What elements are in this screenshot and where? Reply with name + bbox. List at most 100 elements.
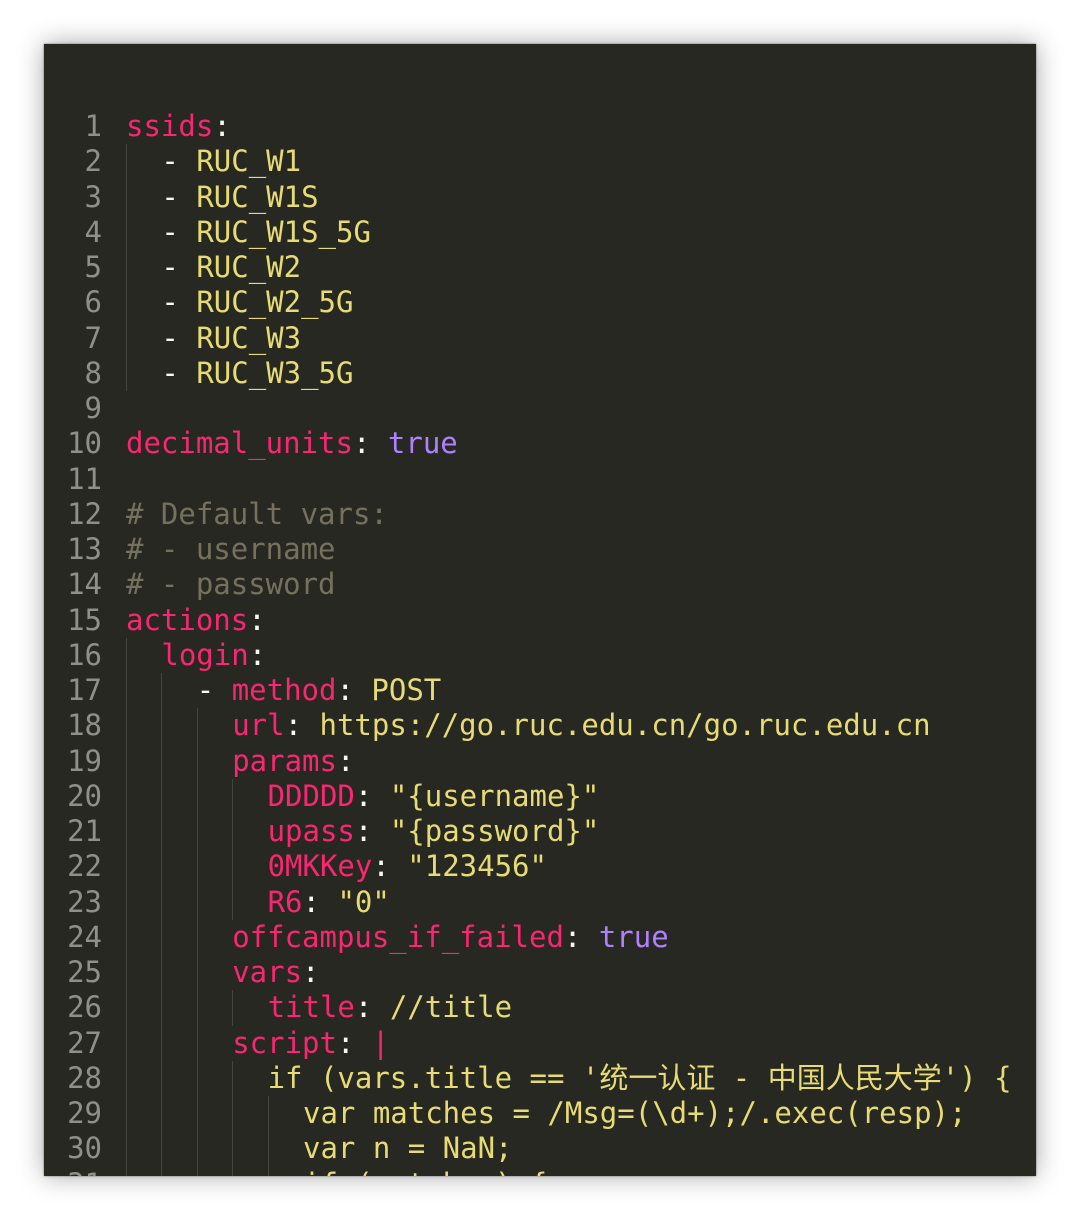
indent-guide (161, 990, 163, 1026)
line-content: params: (232, 744, 354, 779)
code-line[interactable]: 10 decimal_units: true (44, 426, 1036, 461)
punct-token: - (161, 285, 197, 320)
line-number: 24 (67, 919, 102, 954)
code-line[interactable]: 12 # Default vars: (44, 497, 1036, 532)
code-line[interactable]: 2 - RUC_W1 (44, 144, 1036, 180)
comment-token: # - username (126, 532, 336, 566)
code-line[interactable]: 8 - RUC_W3_5G (44, 355, 1036, 391)
code-line[interactable]: 27 script: | (44, 1025, 1036, 1061)
indent-guide (126, 179, 127, 215)
code-line[interactable]: 18 url: https://go.ruc.edu.cn/go.ruc.edu.… (44, 708, 1036, 744)
line-content: - method: POST (197, 673, 441, 708)
code-line[interactable]: 13 # - username (44, 532, 1036, 567)
indent-guide (232, 849, 234, 885)
punct-token: : (336, 1025, 372, 1060)
string-token: RUC_W3 (196, 320, 302, 355)
indent-guide (126, 250, 127, 286)
code-line[interactable]: 19 params: (44, 743, 1036, 779)
code-line[interactable]: 21 upass: "{password}" (44, 814, 1036, 850)
punct-token: : (284, 708, 320, 743)
line-content: vars: (232, 955, 319, 990)
code-line[interactable]: 23 R6: "0" (44, 884, 1036, 920)
indent-guide (126, 708, 127, 744)
key-token: method (231, 673, 337, 707)
comment-token: # - password (126, 567, 336, 602)
indent-guide (126, 743, 127, 779)
line-content: - RUC_W1S (161, 180, 318, 215)
code-line[interactable]: 3 - RUC_W1S (44, 179, 1036, 215)
line-number: 1 (84, 109, 102, 143)
indent-guide (196, 849, 198, 885)
code-line[interactable]: 4 - RUC_W1S_5G (44, 214, 1036, 250)
code-line[interactable]: 5 - RUC_W2 (44, 250, 1036, 286)
code-line[interactable]: 7 - RUC_W3 (44, 320, 1036, 356)
code-line[interactable]: 25 vars: (44, 955, 1036, 991)
line-content: url: https://go.ruc.edu.cn/go.ruc.edu.cn (232, 708, 930, 743)
code-line[interactable]: 29 var matches = /Msg=(\d+);/.exec(resp); (44, 1096, 1036, 1132)
indent-guide (196, 814, 198, 850)
line-content: 0MKKey: "123456" (268, 849, 547, 884)
line-content: - RUC_W1 (161, 144, 301, 179)
comment-token: # Default vars: (126, 496, 388, 531)
punct-token: - (161, 214, 197, 249)
key-token: vars (232, 955, 303, 989)
punct-token: : (563, 919, 599, 954)
indent-guide (161, 884, 163, 920)
boolean-token: true (387, 426, 458, 461)
code-line[interactable]: 26 title: //title (44, 990, 1036, 1026)
line-content: login: (161, 638, 266, 673)
key-token: ssids (126, 109, 214, 143)
indent-guide (267, 1166, 269, 1176)
code-area[interactable]: 1 ssids: 2 - RUC_W1 3 - RUC_W1S 4 - RUC_W1S_5G 5… (44, 109, 1036, 1176)
punct-token: - (161, 320, 197, 355)
line-number: 20 (67, 778, 102, 813)
line-content: decimal_units: true (126, 426, 458, 461)
code-line[interactable]: 16 login: (44, 637, 1036, 673)
line-number: 2 (84, 144, 102, 179)
line-number: 29 (67, 1096, 102, 1130)
line-content: var n = NaN; (303, 1131, 513, 1166)
indent-guide (267, 1131, 269, 1167)
code-line[interactable]: 9 (44, 391, 1036, 426)
code-line[interactable]: 17 - method: POST (44, 673, 1036, 709)
indent-guide (161, 849, 163, 885)
line-content: - RUC_W2 (161, 250, 301, 285)
punct-token: - (161, 179, 197, 214)
code-line[interactable]: 30 var n = NaN; (44, 1131, 1036, 1167)
punct-token: : (213, 109, 231, 143)
code-line[interactable]: 22 0MKKey: "123456" (44, 849, 1036, 885)
indent-guide (161, 919, 163, 955)
code-line[interactable]: 31 if (matches) { (44, 1166, 1036, 1177)
indent-guide (161, 673, 163, 709)
code-line[interactable]: 24 offcampus_if_failed: true (44, 919, 1036, 955)
code-line[interactable]: 6 - RUC_W2_5G (44, 285, 1036, 321)
indent-guide (232, 884, 234, 920)
punct-token: : (248, 602, 266, 637)
line-content: - RUC_W3_5G (161, 356, 353, 391)
code-line[interactable]: 20 DDDDD: "{username}" (44, 778, 1036, 814)
indent-guide (161, 1131, 163, 1167)
line-number: 3 (84, 179, 102, 214)
line-number: 7 (84, 320, 102, 355)
code-line[interactable]: 15 actions: (44, 603, 1036, 638)
line-number: 27 (67, 1025, 102, 1060)
key-token: actions (126, 602, 249, 637)
line-number: 4 (84, 214, 102, 249)
punct-token: : (354, 778, 390, 813)
key-token: title (267, 990, 355, 1025)
punct-token: : (354, 814, 390, 848)
code-line[interactable]: 14 # - password (44, 567, 1036, 602)
string-token: "123456" (407, 849, 547, 884)
punct-token: : (248, 637, 267, 672)
code-line[interactable]: 1 ssids: (44, 109, 1036, 144)
string-token: "{username}" (389, 778, 600, 813)
line-content: upass: "{password}" (268, 814, 600, 849)
line-number: 10 (67, 426, 102, 461)
string-token: var n = NaN; (303, 1131, 513, 1166)
code-line[interactable]: 11 (44, 462, 1036, 497)
code-line[interactable]: 28 if (vars.title == '统一认证 - 中国人民大学') { (44, 1060, 1036, 1096)
indent-guide (126, 637, 127, 673)
line-number: 31 (44, 1167, 102, 1177)
line-content: ssids: (126, 109, 231, 144)
string-token: RUC_W1S_5G (196, 214, 371, 249)
